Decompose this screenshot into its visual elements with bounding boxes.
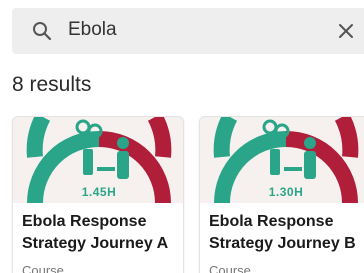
close-icon[interactable] [335,20,357,42]
duration-label: 1.45H [81,185,117,199]
card-type: Course [22,263,64,273]
results-count: 8 results [12,73,92,96]
card-title: Ebola Response Strategy Journey A [22,213,169,252]
search-input[interactable]: Ebola [68,19,117,41]
search-icon [33,22,52,41]
course-thumbnail: 1.30H [200,117,364,203]
duration-label: 1.30H [268,185,304,199]
course-thumbnail: 1.45H [13,117,183,203]
search-bar[interactable]: Ebola [12,8,364,54]
card-type: Course [209,263,251,273]
course-card[interactable]: 1.45H Ebola Response Strategy Journey A … [12,116,184,273]
course-card[interactable]: 1.30H Ebola Response Strategy Journey B … [199,116,364,273]
card-title: Ebola Response Strategy Journey B [209,213,356,252]
